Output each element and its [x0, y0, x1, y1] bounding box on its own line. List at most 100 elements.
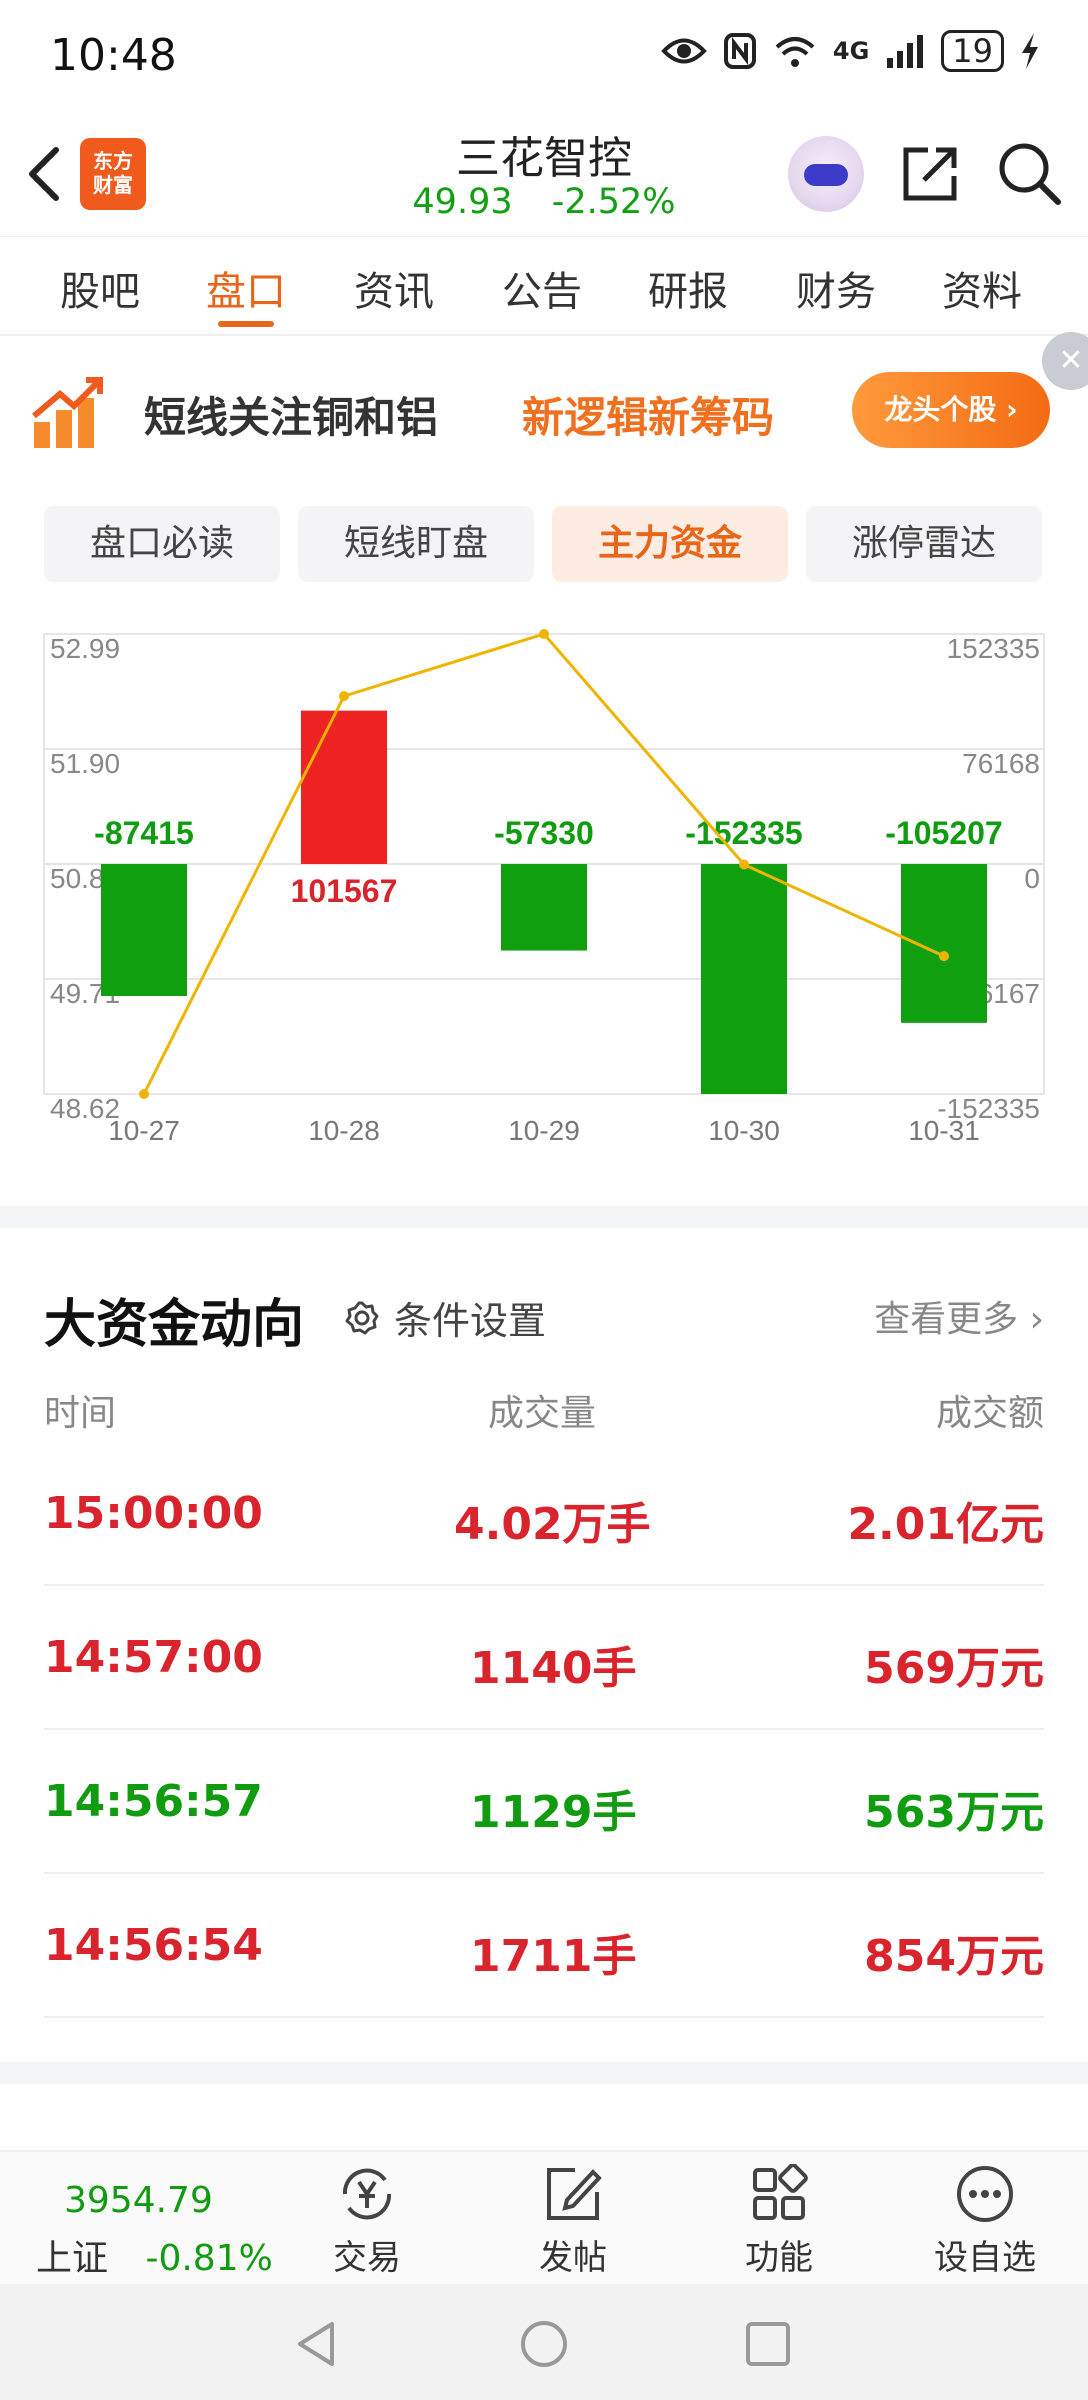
condition-settings-button[interactable]: 条件设置 — [344, 1290, 546, 1345]
nfc-icon — [723, 33, 756, 69]
battery-indicator: 19 — [941, 30, 1004, 72]
status-icons: 4G 19 — [661, 30, 1040, 72]
nav-home-icon[interactable] — [518, 2318, 570, 2370]
yen-exchange-icon — [342, 2168, 392, 2220]
segment-limit-up-radar[interactable]: 涨停雷达 — [806, 506, 1042, 582]
view-more-label: 查看更多 — [874, 1299, 1019, 1340]
system-nav-bar — [0, 2284, 1088, 2400]
index-ticker[interactable]: 3954.79 上证 -0.81% — [36, 2180, 273, 2281]
stock-price: 49.93 — [412, 182, 513, 222]
x-tick-label: 10-27 — [108, 1115, 180, 1146]
more-dots-icon — [957, 2166, 1013, 2222]
title-bar: 东方 财富 三花智控 49.93 -2.52% — [0, 112, 1088, 236]
bar — [501, 864, 587, 951]
nav-functions[interactable]: 功能 — [714, 2164, 844, 2279]
grid-icon — [753, 2164, 808, 2220]
index-name: 上证 — [36, 2238, 109, 2279]
row-volume: 1711手 — [470, 1931, 637, 1982]
nav-add-watchlist[interactable]: 设自选 — [920, 2164, 1050, 2279]
x-tick-label: 10-28 — [308, 1115, 380, 1146]
status-bar: 10:48 4G 19 — [0, 0, 1088, 112]
section-title: 大资金动向 — [44, 1295, 305, 1355]
tab-profile[interactable]: 资料 — [942, 259, 1022, 317]
row-time: 14:56:54 — [44, 1920, 263, 1971]
nav-functions-label: 功能 — [745, 2238, 813, 2278]
bar — [301, 710, 387, 864]
edit-icon — [547, 2168, 602, 2220]
bar-value-label: -105207 — [885, 815, 1002, 851]
bar-value-label: -57330 — [494, 815, 594, 851]
tab-active-indicator — [218, 321, 274, 327]
y-tick-left: 51.90 — [50, 748, 120, 779]
share-icon[interactable] — [898, 142, 962, 206]
main-funds-chart: 52.99 51.90 50.81 49.71 48.62 152335 76168 0 -76… — [0, 620, 1088, 1160]
row-volume: 1140手 — [470, 1643, 637, 1694]
segment-main-funds[interactable]: 主力资金 — [552, 506, 788, 582]
tab-guba[interactable]: 股吧 — [60, 259, 140, 317]
row-amount: 854万元 — [864, 1931, 1044, 1982]
bar-value-label: -87415 — [94, 815, 194, 851]
wifi-icon — [775, 37, 815, 67]
nav-trade[interactable]: 交易 — [302, 2164, 432, 2279]
tab-research[interactable]: 研报 — [648, 259, 728, 317]
gear-icon — [345, 1301, 379, 1334]
x-tick-label: 10-30 — [708, 1115, 780, 1146]
bar-value-label: 101567 — [291, 873, 398, 909]
row-amount: 569万元 — [864, 1643, 1044, 1694]
price-point — [139, 1089, 149, 1099]
tab-announcements[interactable]: 公告 — [502, 259, 582, 317]
assistant-avatar-icon[interactable] — [788, 136, 864, 212]
header-amount: 成交额 — [935, 1393, 1044, 1434]
promo-banner[interactable]: 短线关注铜和铝 新逻辑新筹码 龙头个股 › — [0, 336, 1088, 486]
x-tick-label: 10-31 — [908, 1115, 980, 1146]
header-time: 时间 — [44, 1393, 117, 1434]
section-divider — [0, 2062, 1088, 2084]
nav-add-watchlist-label: 设自选 — [934, 2238, 1036, 2278]
y-tick-left: 52.99 — [50, 633, 120, 664]
y-tick-right: 0 — [1024, 863, 1040, 894]
price-point — [339, 691, 349, 702]
banner-text: 短线关注铜和铝 — [144, 393, 439, 442]
rising-chart-icon — [32, 377, 103, 448]
tab-bar: 股吧 盘口 资讯 公告 研报 财务 资料 — [0, 236, 1088, 336]
row-time: 14:56:57 — [44, 1776, 263, 1827]
bar-value-label: -152335 — [685, 815, 802, 851]
banner-accent-text: 新逻辑新筹码 — [522, 393, 775, 442]
nav-recents-icon[interactable] — [744, 2320, 792, 2368]
index-change: -0.81% — [145, 2238, 273, 2279]
view-more-link[interactable]: 查看更多 › — [874, 1290, 1044, 1342]
chevron-right-icon: › — [1029, 1299, 1044, 1340]
table-row[interactable]: 15:00:00 4.02万手 2.01亿元 — [44, 1442, 1044, 1586]
signal-icon — [887, 35, 924, 68]
price-point — [539, 629, 549, 639]
price-point — [739, 859, 749, 870]
table-row[interactable]: 14:56:57 1129手 563万元 — [44, 1730, 1044, 1874]
flow-table-header: 时间 成交量 成交额 — [44, 1384, 1044, 1434]
bar — [101, 864, 187, 996]
y-tick-right: 152335 — [947, 633, 1040, 664]
row-amount: 2.01亿元 — [847, 1499, 1044, 1550]
tab-news[interactable]: 资讯 — [354, 259, 434, 317]
tab-pankou[interactable]: 盘口 — [206, 259, 286, 317]
status-time: 10:48 — [50, 30, 177, 81]
segment-must-read[interactable]: 盘口必读 — [44, 506, 280, 582]
tab-finance[interactable]: 财务 — [796, 259, 876, 317]
search-icon[interactable] — [996, 140, 1062, 206]
row-volume: 4.02万手 — [454, 1499, 651, 1550]
index-value: 3954.79 — [64, 2180, 213, 2221]
bottom-nav: 3954.79 上证 -0.81% 交易 发帖 功能 设自选 — [0, 2150, 1088, 2284]
leader-stocks-button[interactable]: 龙头个股 › — [852, 372, 1050, 448]
bar — [701, 864, 787, 1094]
row-time: 15:00:00 — [44, 1488, 263, 1539]
nav-trade-label: 交易 — [333, 2238, 401, 2278]
row-amount: 563万元 — [864, 1787, 1044, 1838]
chart-svg: 52.9951.9050.8149.7148.62152335761680-76… — [43, 629, 1045, 1146]
segment-short-watch[interactable]: 短线盯盘 — [298, 506, 534, 582]
table-row[interactable]: 14:57:00 1140手 569万元 — [44, 1586, 1044, 1730]
eye-icon — [661, 38, 707, 64]
header-volume: 成交量 — [488, 1393, 597, 1434]
nav-back-icon[interactable] — [292, 2318, 340, 2370]
table-row[interactable]: 14:56:54 1711手 854万元 — [44, 1874, 1044, 2018]
price-point — [939, 951, 949, 962]
nav-post[interactable]: 发帖 — [508, 2164, 638, 2279]
